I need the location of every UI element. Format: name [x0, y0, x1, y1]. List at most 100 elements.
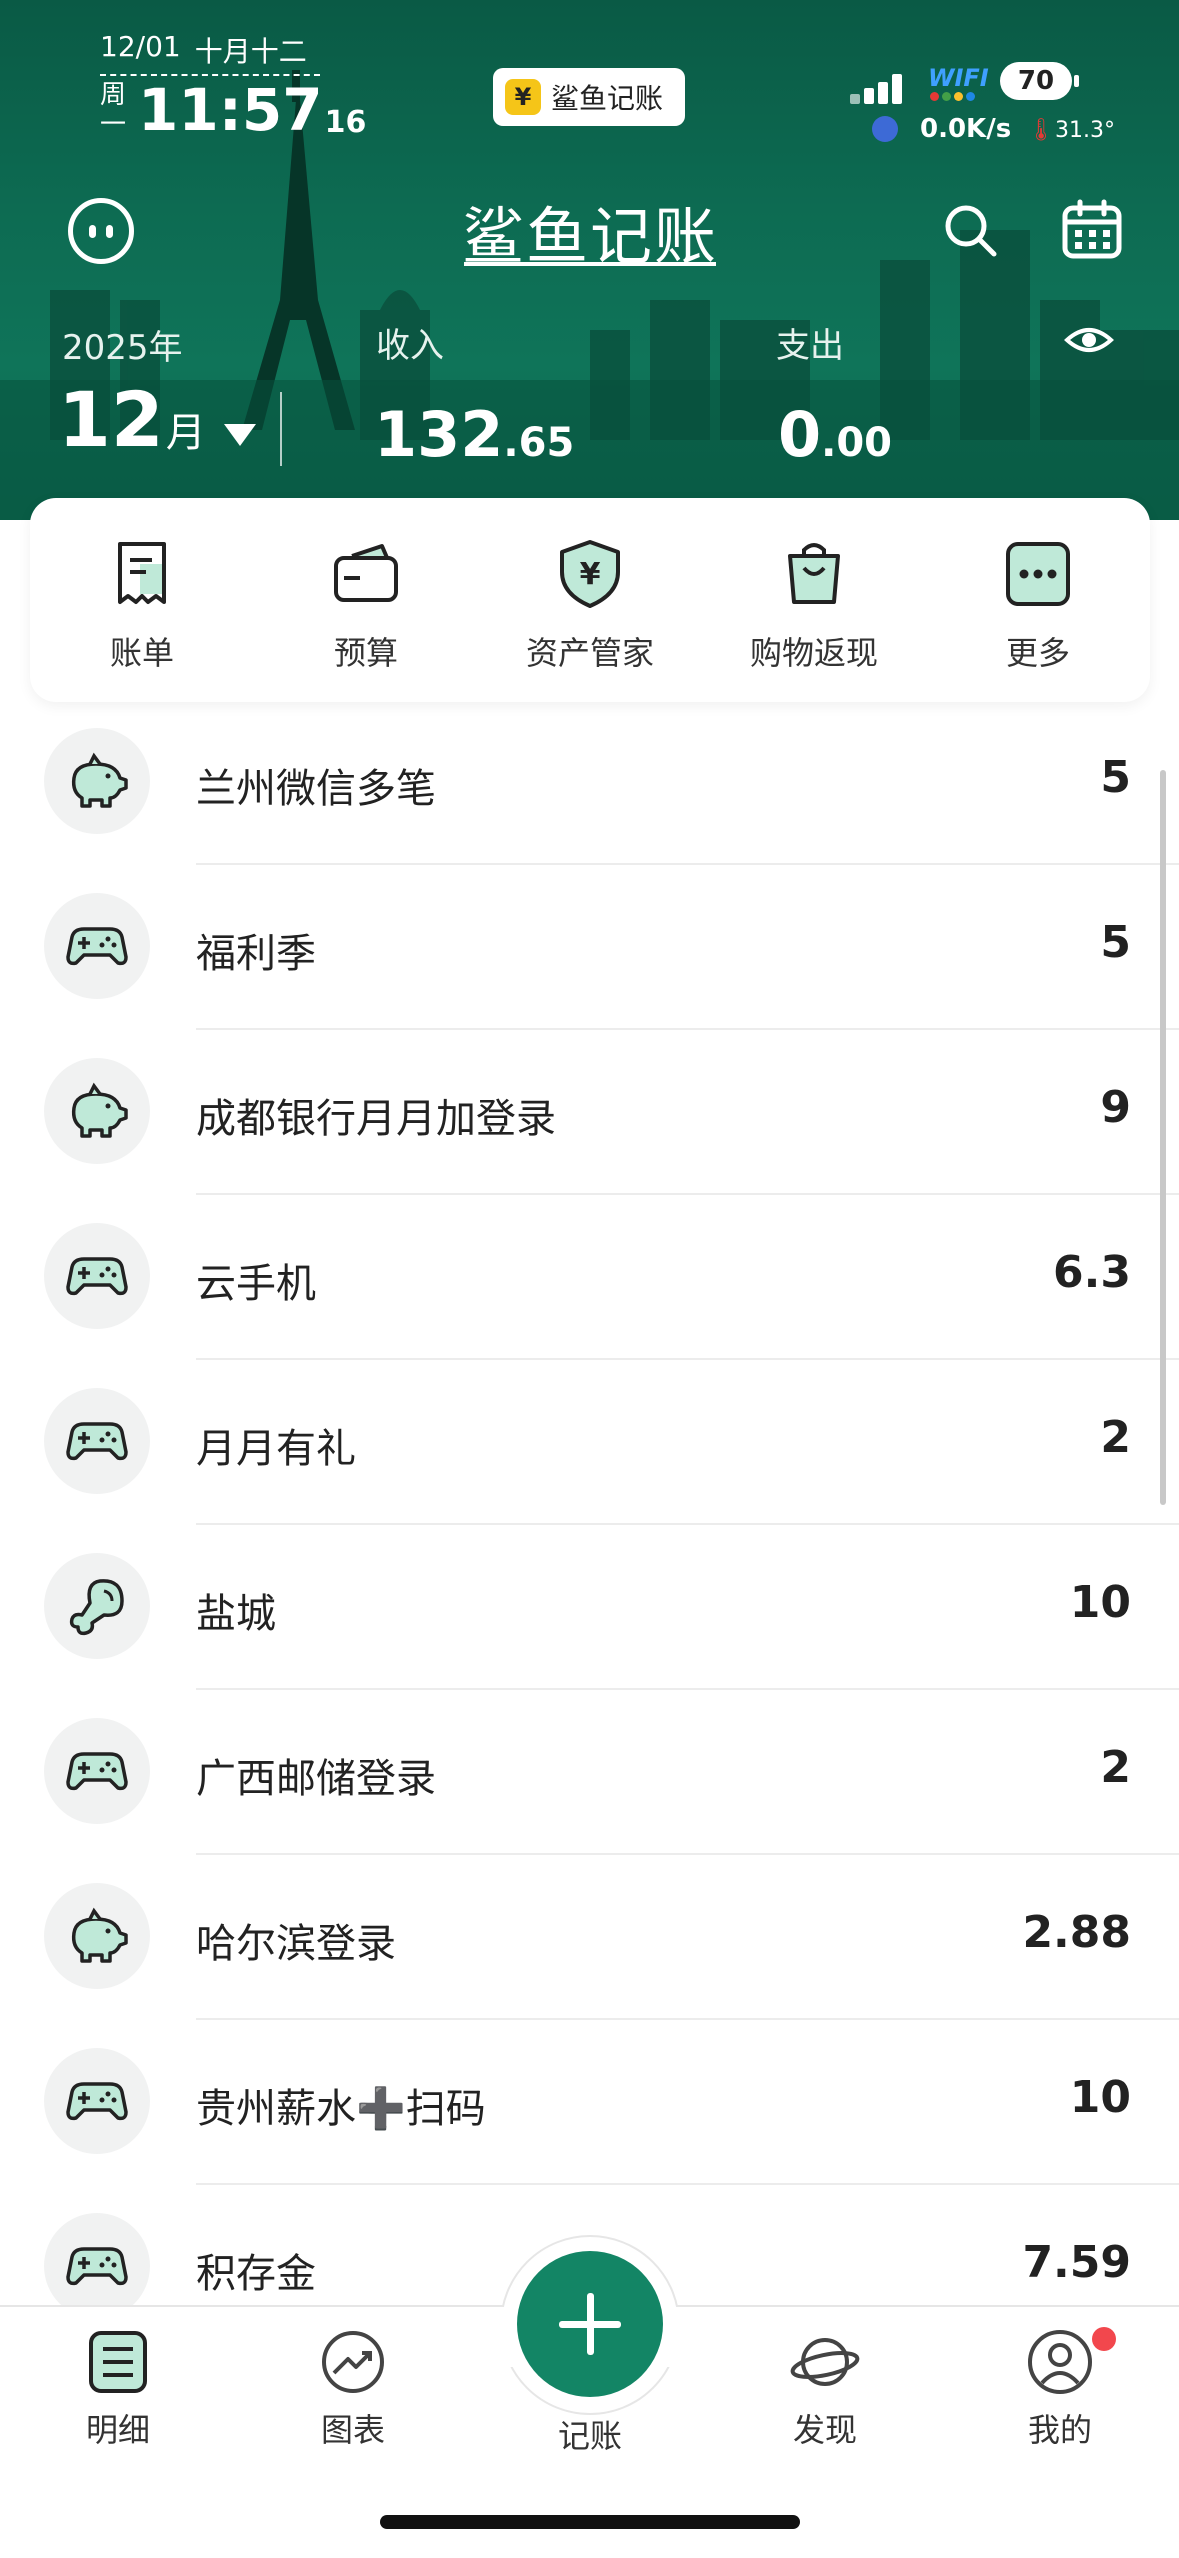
eye-icon[interactable] [1064, 316, 1114, 364]
expense-amount-int: 0 [778, 398, 822, 471]
caret-down-icon [223, 424, 256, 446]
status-lunar-date: 十月十二 [194, 35, 307, 68]
quick-menu-label: 预算 [333, 634, 398, 672]
bill-icon [118, 542, 166, 604]
quick-menu-bill[interactable]: 账单 [42, 538, 242, 674]
income-amount: 132.65 [374, 398, 574, 471]
face-eye-right-icon [106, 225, 113, 238]
gamepad-icon [44, 2213, 150, 2319]
record-amount: 2 [1100, 1412, 1131, 1463]
signal-icon [850, 74, 902, 104]
tab-profile[interactable]: 我的 [980, 2327, 1140, 2451]
status-clock: 12/01 十月十二 周一 11:57 16 [100, 30, 366, 140]
status-date: 12/01 [100, 30, 181, 63]
record-name: 积存金 [196, 2251, 316, 2297]
expense-label: 支出 [776, 326, 844, 366]
profile-icon [1028, 2330, 1092, 2394]
record-name: 盐城 [196, 1591, 276, 1637]
list-item[interactable]: 福利季 5 [0, 865, 1179, 1030]
temperature-readout: 🌡 31.3° [1027, 118, 1115, 143]
record-amount: 5 [1100, 917, 1131, 968]
expense-amount: 0.00 [778, 398, 892, 471]
list-item[interactable]: 兰州微信多笔 5 [0, 700, 1179, 865]
record-amount: 2 [1100, 1742, 1131, 1793]
status-time: 11:57 [138, 76, 323, 144]
income-amount-dec: .65 [503, 420, 575, 466]
month-unit: 月 [165, 410, 206, 456]
wifi-label: WIFI [928, 64, 989, 92]
record-amount: 2.88 [1022, 1907, 1131, 1958]
record-name: 福利季 [196, 931, 316, 977]
tab-label: 我的 [1027, 2411, 1092, 2449]
gamepad-icon [44, 1718, 150, 1824]
status-weekday: 周一 [100, 80, 127, 140]
battery-icon [1074, 75, 1079, 87]
search-icon[interactable] [940, 200, 1000, 260]
calendar-icon[interactable] [1060, 198, 1124, 262]
record-name: 广西邮储登录 [196, 1756, 436, 1802]
quick-menu-more[interactable]: 更多 [938, 538, 1138, 674]
drumstick-icon [44, 1553, 150, 1659]
header-divider [280, 392, 282, 466]
list-item[interactable]: 月月有礼 2 [0, 1360, 1179, 1525]
tab-label: 发现 [792, 2411, 857, 2449]
thermometer-icon: 🌡 [1027, 118, 1055, 143]
record-amount: 7.59 [1022, 2237, 1131, 2288]
notification-dot [1092, 2327, 1116, 2351]
record-name: 贵州薪水➕扫码 [196, 2086, 486, 2132]
list-item[interactable]: 盐城 10 [0, 1525, 1179, 1690]
tab-chart[interactable]: 图表 [273, 2327, 433, 2451]
quick-menu-label: 购物返现 [749, 634, 878, 672]
record-amount: 5 [1100, 752, 1131, 803]
more-icon [1006, 542, 1070, 606]
month-number: 12 [58, 375, 164, 464]
quick-menu-label: 资产管家 [525, 634, 654, 672]
tab-label: 图表 [320, 2411, 385, 2449]
battery-level: 70 [1000, 62, 1072, 100]
record-amount: 6.3 [1053, 1247, 1131, 1298]
record-name: 哈尔滨登录 [196, 1921, 396, 1967]
piggy-bank-icon [44, 1883, 150, 1989]
tab-detail[interactable]: 明细 [38, 2327, 198, 2451]
gamepad-icon [44, 2048, 150, 2154]
piggy-bank-icon [44, 728, 150, 834]
app-pill-label: 鲨鱼记账 [551, 82, 664, 115]
avatar-face-button[interactable] [68, 198, 134, 264]
month-picker[interactable]: 12 月 [58, 382, 256, 458]
list-item[interactable]: 云手机 6.3 [0, 1195, 1179, 1360]
asset-shield-icon: ¥ [560, 540, 620, 608]
foreground-app-pill[interactable]: ¥ 鲨鱼记账 [493, 68, 685, 126]
gamepad-icon [44, 893, 150, 999]
network-speed: 0.0K/s [920, 114, 1012, 144]
add-record-button[interactable] [517, 2251, 663, 2397]
tab-discover[interactable]: 发现 [745, 2327, 905, 2451]
home-indicator[interactable] [380, 2515, 800, 2529]
face-eye-left-icon [89, 225, 96, 238]
wallet-icon [334, 544, 398, 602]
quick-menu-assets[interactable]: ¥ 资产管家 [490, 538, 690, 674]
piggy-bank-icon [44, 1058, 150, 1164]
record-amount: 10 [1069, 2072, 1131, 2123]
record-name: 月月有礼 [196, 1426, 356, 1472]
expense-amount-dec: .00 [821, 420, 892, 466]
list-detail-icon [89, 2331, 147, 2393]
list-item[interactable]: 广西邮储登录 2 [0, 1690, 1179, 1855]
shopping-bag-icon [788, 543, 840, 604]
list-item[interactable]: 成都银行月月加登录 9 [0, 1030, 1179, 1195]
list-scrollbar[interactable] [1160, 770, 1166, 1505]
tab-label: 记账 [557, 2417, 622, 2455]
record-list: 兰州微信多笔 5 福利季 5 成都银行月月加登录 9 云手机 6.3 月月有礼 … [0, 700, 1179, 2350]
quick-menu-label: 账单 [109, 634, 174, 672]
year-label: 2025年 [62, 328, 183, 368]
tab-add[interactable]: 记账 [510, 2407, 670, 2457]
app-title: 鲨鱼记账 [460, 186, 720, 276]
alarm-icon [872, 116, 898, 142]
record-name: 成都银行月月加登录 [196, 1096, 556, 1142]
status-seconds: 16 [324, 105, 367, 140]
tab-label: 明细 [85, 2411, 150, 2449]
list-item[interactable]: 贵州薪水➕扫码 10 [0, 2020, 1179, 2185]
quick-menu-cashback[interactable]: 购物返现 [714, 538, 914, 674]
quick-menu-budget[interactable]: 预算 [266, 538, 466, 674]
list-item[interactable]: 哈尔滨登录 2.88 [0, 1855, 1179, 2020]
svg-text:¥: ¥ [580, 557, 601, 592]
